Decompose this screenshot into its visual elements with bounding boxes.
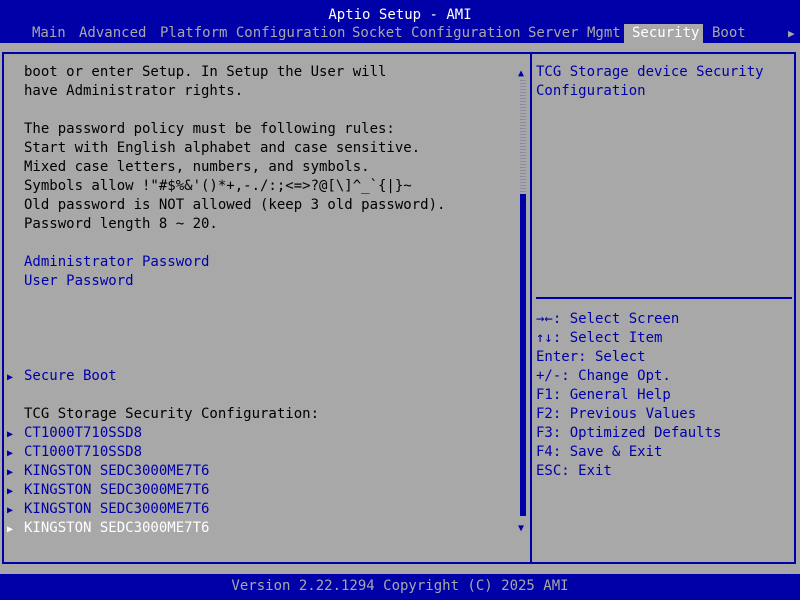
policy-line: Password length 8 ~ 20.	[24, 216, 218, 232]
administrator-password-item[interactable]: Administrator Password	[24, 253, 209, 272]
submenu-arrow-icon: ▶	[7, 448, 14, 459]
top-bar: Aptio Setup - AMI Main Advanced Platform…	[0, 0, 800, 43]
more-tabs-arrow-icon[interactable]: ▶	[788, 24, 795, 43]
key-hint: F2: Previous Values	[536, 406, 697, 422]
storage-device-item-selected[interactable]: KINGSTON SEDC3000ME7T6	[24, 519, 209, 538]
key-hint: Enter: Select	[536, 349, 646, 365]
key-hint: F1: General Help	[536, 387, 671, 403]
tab-boot[interactable]: Boot	[708, 24, 750, 43]
storage-device-item[interactable]: KINGSTON SEDC3000ME7T6	[24, 462, 209, 481]
key-hint: →←: Select Screen	[536, 311, 680, 327]
tab-advanced[interactable]: Advanced	[75, 24, 150, 43]
help-description-line: TCG Storage device Security	[536, 64, 764, 80]
submenu-arrow-icon: ▶	[7, 524, 14, 535]
submenu-arrow-icon: ▶	[7, 505, 14, 516]
tab-main[interactable]: Main	[28, 24, 70, 43]
panel-divider	[530, 52, 532, 564]
version-text: Version 2.22.1294 Copyright (C) 2025 AMI	[231, 578, 569, 594]
key-hint: ESC: Exit	[536, 463, 612, 479]
app-title: Aptio Setup - AMI	[328, 7, 472, 23]
storage-device-item[interactable]: KINGSTON SEDC3000ME7T6	[24, 500, 209, 519]
secure-boot-item[interactable]: Secure Boot	[24, 367, 117, 386]
tab-platform-configuration[interactable]: Platform Configuration	[156, 24, 349, 43]
storage-device-item[interactable]: CT1000T710SSD8	[24, 443, 142, 462]
storage-device-item[interactable]: KINGSTON SEDC3000ME7T6	[24, 481, 209, 500]
scroll-down-arrow-icon[interactable]: ▼	[518, 519, 524, 538]
tcg-heading: TCG Storage Security Configuration:	[24, 406, 320, 422]
submenu-arrow-icon: ▶	[7, 467, 14, 478]
key-hint: F4: Save & Exit	[536, 444, 663, 460]
scrollbar-track[interactable]	[520, 80, 526, 192]
help-divider	[536, 297, 792, 299]
footer-bar: Version 2.22.1294 Copyright (C) 2025 AMI	[0, 574, 800, 600]
policy-line: The password policy must be following ru…	[24, 121, 395, 137]
policy-line: Symbols allow !"#$%&'()*+,-./:;<=>?@[\]^…	[24, 178, 412, 194]
tab-server-mgmt[interactable]: Server Mgmt	[524, 24, 625, 43]
policy-line: Start with English alphabet and case sen…	[24, 140, 421, 156]
policy-line: Old password is NOT allowed (keep 3 old …	[24, 197, 446, 213]
submenu-arrow-icon: ▶	[7, 429, 14, 440]
description-line: have Administrator rights.	[24, 83, 244, 99]
user-password-item[interactable]: User Password	[24, 272, 134, 291]
storage-device-item[interactable]: CT1000T710SSD8	[24, 424, 142, 443]
key-hint: F3: Optimized Defaults	[536, 425, 722, 441]
submenu-arrow-icon: ▶	[7, 372, 14, 383]
submenu-arrow-icon: ▶	[7, 486, 14, 497]
tab-socket-configuration[interactable]: Socket Configuration	[348, 24, 525, 43]
description-line: boot or enter Setup. In Setup the User w…	[24, 64, 387, 80]
policy-line: Mixed case letters, numbers, and symbols…	[24, 159, 370, 175]
tab-security[interactable]: Security	[624, 24, 704, 43]
scrollbar-thumb[interactable]	[520, 194, 526, 516]
key-hint: +/-: Change Opt.	[536, 368, 671, 384]
help-description-line: Configuration	[536, 83, 646, 99]
key-hint: ↑↓: Select Item	[536, 330, 663, 346]
